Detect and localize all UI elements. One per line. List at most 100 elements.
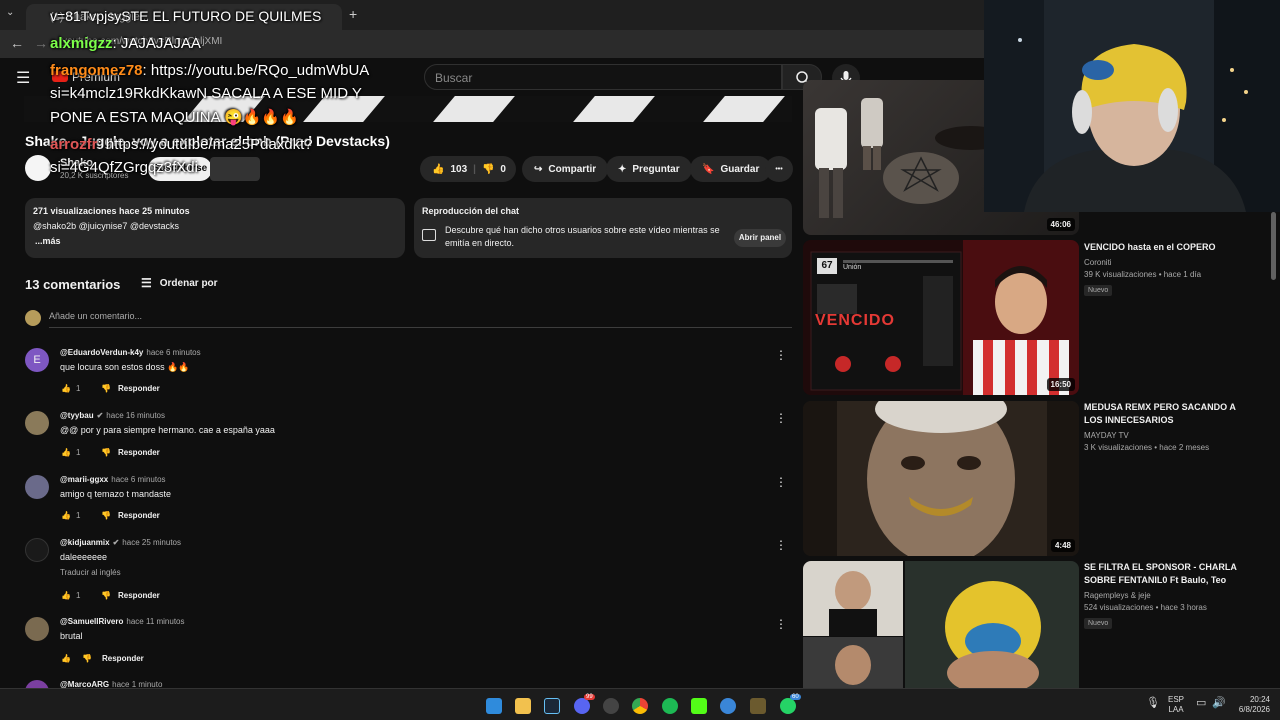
chat-text: : https://youtu.be/ma25Pdaxdkt? xyxy=(97,136,313,153)
commenter-avatar[interactable]: E xyxy=(25,348,49,372)
recommended-info[interactable]: VENCIDO hasta en el COPERO Coroniti 39 K… xyxy=(1084,241,1249,297)
comment-time[interactable]: hace 1 minuto xyxy=(112,680,162,688)
recommended-title[interactable]: MEDUSA REMX PERO SACANDO A LOS INNECESAR… xyxy=(1084,401,1249,427)
comment-time[interactable]: hace 25 minutos xyxy=(122,538,181,547)
more-actions-button[interactable]: ••• xyxy=(765,156,793,182)
author-handle[interactable]: @kidjuanmix xyxy=(60,538,110,547)
sidebar-scrollbar[interactable] xyxy=(1271,212,1276,280)
thumb-up-icon[interactable]: 👍 xyxy=(60,384,72,393)
thumb-down-icon[interactable]: 👎 xyxy=(94,511,118,520)
thumb-up-icon[interactable]: 👍 xyxy=(60,654,72,663)
chat-username: arrozfr xyxy=(50,136,98,153)
description-box[interactable]: 271 visualizaciones hace 25 minutos @sha… xyxy=(25,198,405,258)
comment-author[interactable]: @EduardoVerdun-k4y hace 6 minutos xyxy=(60,348,201,357)
start-icon[interactable] xyxy=(486,698,502,714)
thumb-down-icon[interactable]: 👎 xyxy=(94,591,118,600)
recommended-channel[interactable]: Coroniti xyxy=(1084,258,1249,267)
language-indicator[interactable]: ESP LAA xyxy=(1168,695,1184,715)
reply-button[interactable]: Responder xyxy=(118,591,160,600)
recommended-channel[interactable]: MAYDAY TV xyxy=(1084,431,1249,440)
volume-icon[interactable]: 🔊 xyxy=(1212,698,1226,709)
ccleaner-icon[interactable] xyxy=(720,698,736,714)
back-arrow-icon[interactable]: ← xyxy=(10,35,24,51)
spotify-icon[interactable] xyxy=(662,698,678,714)
ask-button[interactable]: ✦ Preguntar xyxy=(606,156,692,182)
divider: | xyxy=(473,163,476,175)
translate-link[interactable]: Traducir al inglés xyxy=(60,568,121,577)
sort-button[interactable]: ☰ Ordenar por xyxy=(141,276,218,290)
author-handle[interactable]: @EduardoVerdun-k4y xyxy=(60,348,143,357)
discord-icon[interactable] xyxy=(574,698,590,714)
recommended-title[interactable]: VENCIDO hasta en el COPERO xyxy=(1084,241,1249,254)
comment-author[interactable]: @SamuellRivero hace 11 minutos xyxy=(60,617,185,626)
recommended-channel[interactable]: Ragempleys & jeje xyxy=(1084,591,1249,600)
whatsapp-icon[interactable] xyxy=(780,698,796,714)
clock[interactable]: 20:24 6/8/2026 xyxy=(1230,695,1270,715)
mic-tray-icon[interactable]: 🎙 xyxy=(1146,698,1160,709)
author-handle[interactable]: @marii-ggxx xyxy=(60,475,108,484)
comment-author[interactable]: @kidjuanmix ✔ hace 25 minutos xyxy=(60,538,181,547)
chrome-icon[interactable] xyxy=(632,698,648,714)
add-comment-input[interactable]: Añade un comentario... xyxy=(49,311,142,321)
comment-author[interactable]: @tyybau ✔ hace 16 minutos xyxy=(60,411,165,420)
chat-message: alxmigzz: JAJAJAJAA xyxy=(50,35,201,52)
author-handle[interactable]: @tyybau xyxy=(60,411,94,420)
kick-icon[interactable] xyxy=(691,698,707,714)
thumb-down-icon[interactable]: 👎 xyxy=(482,164,494,175)
recommended-thumbnail[interactable]: 67 Unión VENCIDO 16:50 xyxy=(803,240,1079,395)
comment-menu-icon[interactable]: ⋮ xyxy=(775,348,787,362)
thumb-up-icon[interactable]: 👍 xyxy=(60,591,72,600)
save-button[interactable]: 🔖 Guardar xyxy=(690,156,772,182)
thumb-down-icon[interactable]: 👎 xyxy=(94,384,118,393)
tab-search-icon[interactable]: ⌄ xyxy=(6,7,14,18)
commenter-avatar[interactable] xyxy=(25,475,49,499)
reply-button[interactable]: Responder xyxy=(118,384,160,393)
new-tab-icon[interactable]: + xyxy=(349,6,357,22)
thumb-up-icon[interactable]: 👍 xyxy=(60,448,72,457)
search-input[interactable]: Buscar xyxy=(424,64,782,90)
file-explorer-icon[interactable] xyxy=(515,698,531,714)
share-button[interactable]: ↪ Compartir xyxy=(522,156,609,182)
recommended-info[interactable]: MEDUSA REMX PERO SACANDO A LOS INNECESAR… xyxy=(1084,401,1249,452)
comment-time[interactable]: hace 6 minutos xyxy=(111,475,165,484)
minecraft-icon[interactable] xyxy=(750,698,766,714)
recommended-thumbnail[interactable] xyxy=(803,561,1079,688)
forward-arrow-icon[interactable]: → xyxy=(34,35,48,51)
network-icon[interactable]: ▭ xyxy=(1196,698,1206,709)
reply-button[interactable]: Responder xyxy=(118,511,160,520)
author-handle[interactable]: @SamuellRivero xyxy=(60,617,123,626)
reply-button[interactable]: Responder xyxy=(102,654,144,663)
thumb-down-icon[interactable]: 👎 xyxy=(72,654,102,663)
menu-icon[interactable]: ☰ xyxy=(16,68,30,88)
commenter-avatar[interactable] xyxy=(25,411,49,435)
commenter-avatar[interactable] xyxy=(25,538,49,562)
comment-time[interactable]: hace 11 minutos xyxy=(126,617,184,626)
comment-menu-icon[interactable]: ⋮ xyxy=(775,538,787,552)
description-tags[interactable]: @shako2b @juicynise7 @devstacks xyxy=(33,221,397,231)
comment-menu-icon[interactable]: ⋮ xyxy=(775,475,787,489)
thumb-down-icon[interactable]: 👎 xyxy=(94,448,118,457)
commenter-avatar[interactable] xyxy=(25,680,49,688)
steam-icon[interactable] xyxy=(544,698,560,714)
commenter-avatar[interactable] xyxy=(25,617,49,641)
open-panel-button[interactable]: Abrir panel xyxy=(734,229,786,247)
recommended-thumbnail[interactable]: 4:48 xyxy=(803,401,1079,556)
reply-button[interactable]: Responder xyxy=(118,448,160,457)
recommended-title[interactable]: SE FILTRA EL SPONSOR - CHARLA SOBRE FENT… xyxy=(1084,561,1249,587)
recommended-info[interactable]: SE FILTRA EL SPONSOR - CHARLA SOBRE FENT… xyxy=(1084,561,1249,630)
thumb-up-icon[interactable]: 👍 xyxy=(60,511,72,520)
comment-author[interactable]: @MarcoARG hace 1 minuto xyxy=(60,680,162,688)
author-handle[interactable]: @MarcoARG xyxy=(60,680,109,688)
comment-time[interactable]: hace 16 minutos xyxy=(106,411,165,420)
verified-icon: ✔ xyxy=(96,411,104,420)
obs-icon[interactable] xyxy=(603,698,619,714)
comment-time[interactable]: hace 6 minutos xyxy=(146,348,200,357)
comment-like-count: 1 xyxy=(76,384,81,393)
comment-author[interactable]: @marii-ggxx hace 6 minutos xyxy=(60,475,166,484)
comment-menu-icon[interactable]: ⋮ xyxy=(775,411,787,425)
show-more-link[interactable]: ...más xyxy=(35,236,397,246)
like-count[interactable]: 103 xyxy=(450,164,467,175)
thumb-up-icon[interactable]: 👍 xyxy=(432,164,444,175)
channel-avatar[interactable] xyxy=(25,155,51,181)
comment-menu-icon[interactable]: ⋮ xyxy=(775,617,787,631)
